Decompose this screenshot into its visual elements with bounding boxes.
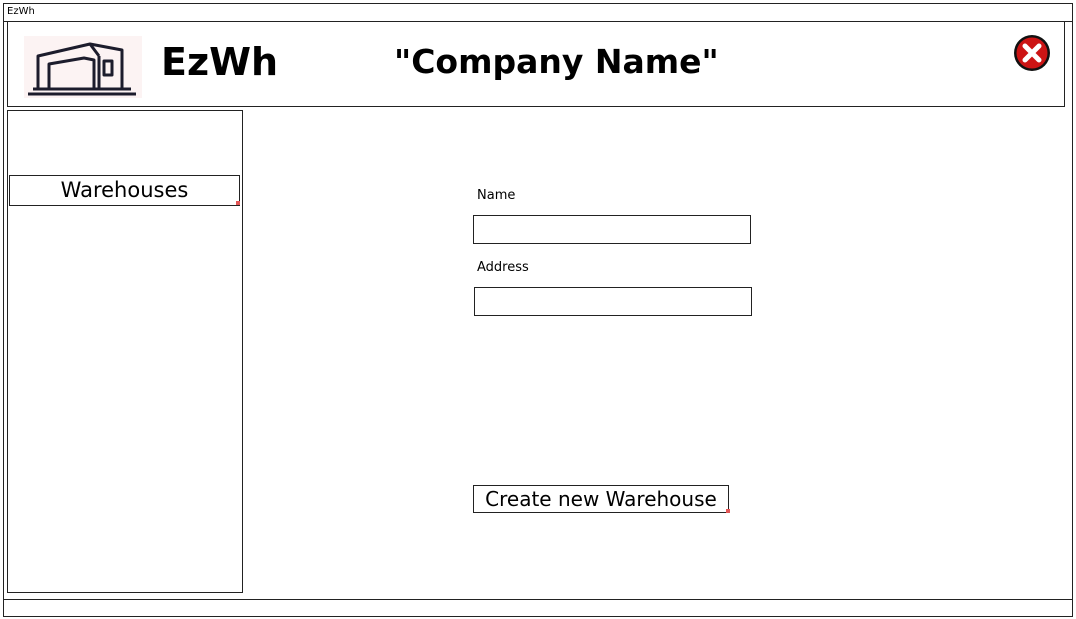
window-title: EzWh <box>7 6 35 17</box>
resize-marker <box>726 509 730 513</box>
create-warehouse-button[interactable]: Create new Warehouse <box>473 485 729 513</box>
app-name: EzWh <box>161 40 279 84</box>
warehouse-logo-icon <box>24 36 142 98</box>
address-label: Address <box>477 260 529 275</box>
close-button[interactable] <box>1012 33 1052 73</box>
window-titlebar: EzWh <box>4 4 1072 22</box>
sidebar-item-label: Warehouses <box>60 178 189 202</box>
app-header: EzWh "Company Name" <box>7 21 1065 107</box>
name-label: Name <box>477 188 516 203</box>
address-field[interactable] <box>474 287 752 316</box>
resize-marker <box>236 201 240 205</box>
company-name: "Company Name" <box>394 42 719 81</box>
sidebar: Warehouses <box>7 110 243 593</box>
status-bar <box>4 599 1072 616</box>
sidebar-item-warehouses[interactable]: Warehouses <box>9 175 240 206</box>
close-icon <box>1014 35 1050 71</box>
name-field[interactable] <box>473 215 751 244</box>
